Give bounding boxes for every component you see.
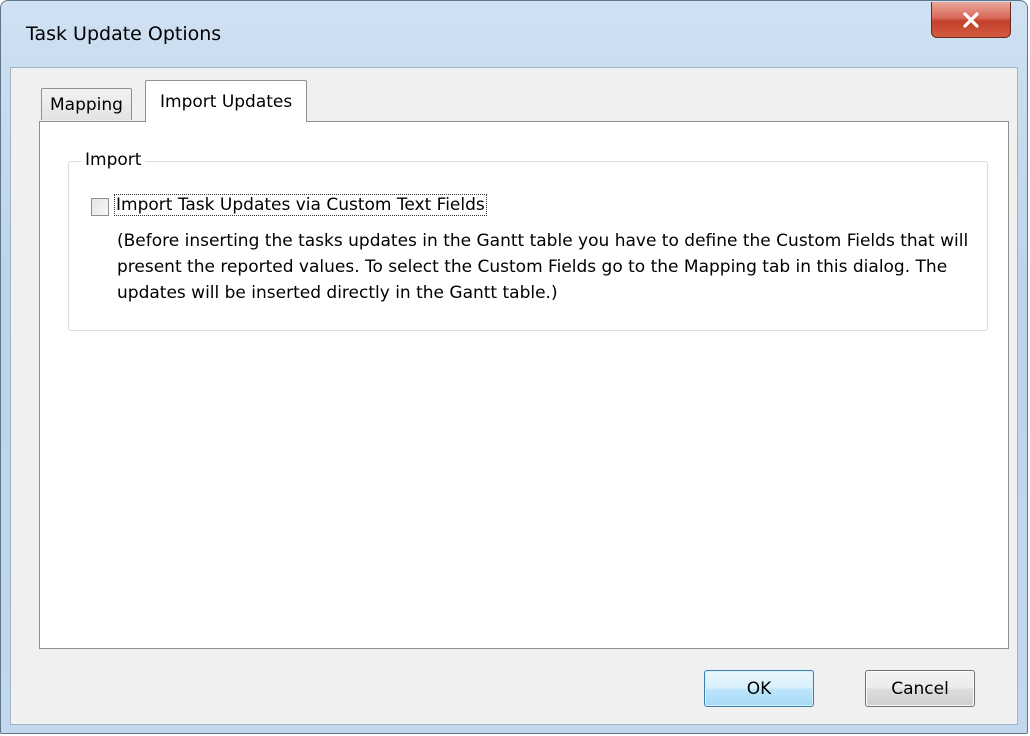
close-button[interactable]	[931, 2, 1011, 38]
ok-button[interactable]: OK	[704, 670, 814, 707]
import-task-updates-checkbox[interactable]	[91, 198, 109, 216]
import-task-updates-label[interactable]: Import Task Updates via Custom Text Fiel…	[114, 194, 487, 216]
import-groupbox: Import Import Task Updates via Custom Te…	[68, 150, 988, 331]
tab-mapping[interactable]: Mapping	[41, 88, 132, 120]
tab-import-updates[interactable]: Import Updates	[145, 80, 308, 122]
dialog-client-area: Mapping Import Updates Import Import Tas…	[10, 67, 1018, 725]
close-icon	[962, 11, 980, 28]
tab-mapping-label: Mapping	[50, 94, 123, 115]
title-bar[interactable]: Task Update Options	[1, 1, 1027, 67]
import-group-legend: Import	[81, 150, 146, 170]
cancel-button[interactable]: Cancel	[865, 670, 975, 707]
window-title: Task Update Options	[26, 23, 222, 45]
tab-import-updates-label: Import Updates	[160, 91, 293, 112]
dialog-window: Task Update Options Mapping Import Updat…	[0, 0, 1028, 734]
tab-panel: Import Import Task Updates via Custom Te…	[39, 121, 1009, 649]
import-description-text: (Before inserting the tasks updates in t…	[117, 231, 969, 303]
